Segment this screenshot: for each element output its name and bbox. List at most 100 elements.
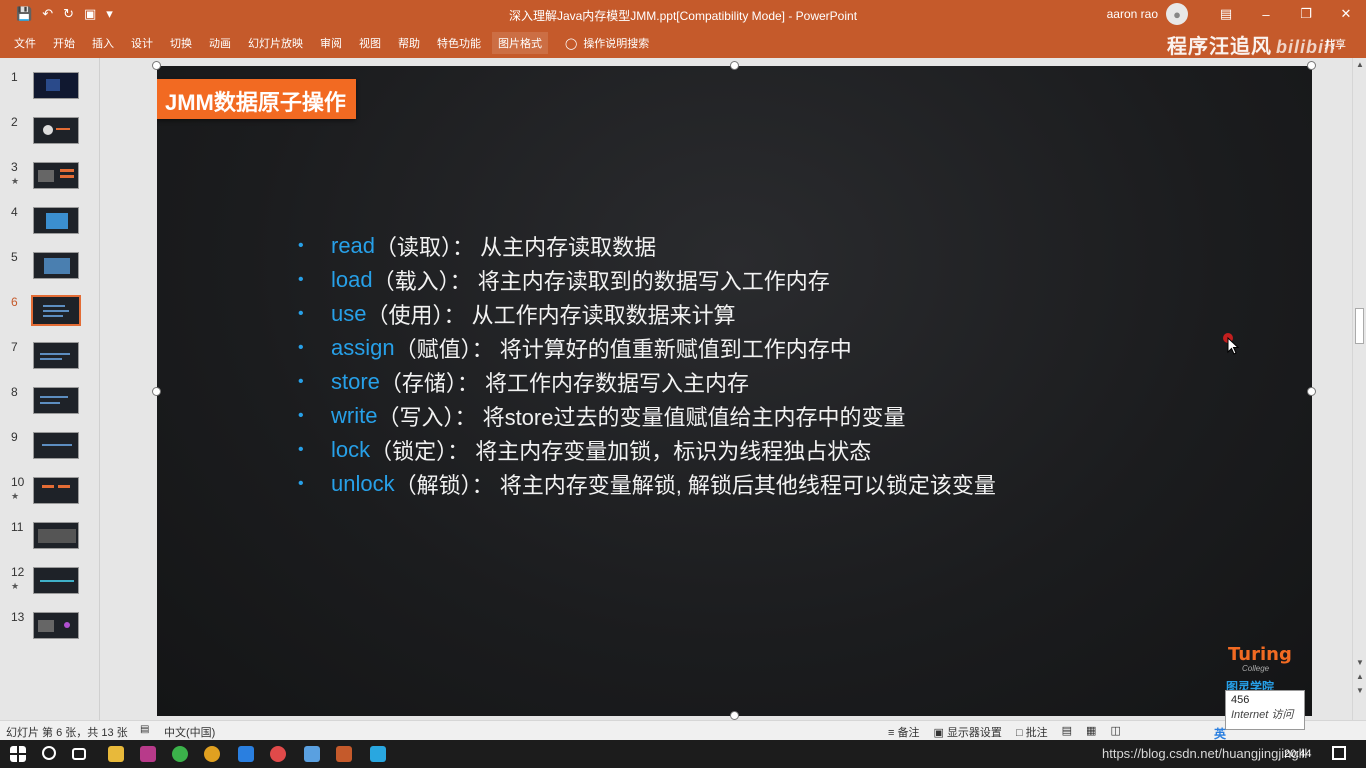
thumbnail-slide-5[interactable]: 5 [0,250,100,290]
bullet-item: • store （存储）： 将工作内存数据写入主内存 [298,365,996,399]
thumbnail-number: 3 [11,160,18,174]
dingtalk-icon[interactable] [238,746,254,762]
resize-handle[interactable] [730,711,739,720]
slide-title[interactable]: JMM数据原子操作 [157,79,356,119]
bullet-text: （使用）： 从工作内存读取数据来计算 [366,303,736,328]
vertical-scrollbar[interactable]: ▲ ▼ ▲ ▼ [1352,58,1366,720]
redo-icon[interactable]: ↻ [63,6,74,22]
tab-features[interactable]: 特色功能 [437,35,481,51]
tab-slideshow[interactable]: 幻灯片放映 [248,35,303,51]
thumbnail-number: 4 [11,205,18,219]
scroll-up-icon[interactable]: ▲ [1356,60,1364,69]
visit-label: Internet 访问 [1231,709,1294,721]
tab-home[interactable]: 开始 [53,35,75,51]
resize-handle[interactable] [152,387,161,396]
thumbnail-slide-3[interactable]: 3 ★ [0,160,100,200]
task-view-icon[interactable] [72,748,86,760]
share-button[interactable]: 共享 [1324,36,1346,52]
notes-button[interactable]: ≡ 备注 [888,724,919,740]
thumbnail-image [33,342,79,369]
tab-picture-format[interactable]: 图片格式 [492,32,548,54]
user-avatar-icon[interactable]: ● [1166,3,1188,25]
thumbnail-number: 12 [11,565,25,579]
chrome-icon[interactable] [204,746,220,762]
tab-animations[interactable]: 动画 [209,35,231,51]
normal-view-icon[interactable]: ▤ [1062,724,1072,740]
network-app-icon[interactable] [304,746,320,762]
comments-button[interactable]: □ 批注 [1016,724,1048,740]
tab-file[interactable]: 文件 [14,35,36,51]
app-taskbar-icon[interactable] [370,746,386,762]
scrollbar-thumb[interactable] [1355,308,1364,344]
bullet-item: • write （写入）： 将store过去的变量值赋值给主内存中的变量 [298,399,996,433]
ribbon-display-options-icon[interactable]: ▤ [1206,6,1246,22]
slide-sorter-icon[interactable]: ▦ [1086,724,1096,740]
windows-start-icon[interactable] [10,746,26,762]
resize-handle[interactable] [1307,61,1316,70]
visit-counter-popup: 456 Internet 访问 [1225,690,1305,730]
tab-help[interactable]: 帮助 [398,35,420,51]
tab-review[interactable]: 审阅 [320,35,342,51]
minimize-icon[interactable]: – [1246,7,1286,22]
bullet-dot-icon: • [298,475,304,492]
bullet-text: （写入）： 将store过去的变量值赋值给主内存中的变量 [377,405,906,430]
recorder-icon[interactable] [270,746,286,762]
thumbnail-slide-1[interactable]: 1 [0,70,100,110]
tab-transitions[interactable]: 切换 [170,35,192,51]
comments-label: 批注 [1025,727,1048,739]
thumbnail-slide-11[interactable]: 11 [0,520,100,560]
slide-counter: 幻灯片 第 6 张，共 13 张 [6,727,128,739]
slide-canvas[interactable]: JMM数据原子操作 • read （读取）： 从主内存读取数据 • load （载入）：… [157,66,1312,716]
thumbnail-slide-13[interactable]: 13 [0,610,100,650]
spellcheck-icon[interactable]: ▤ [140,724,149,735]
tab-view[interactable]: 视图 [359,35,381,51]
resize-handle[interactable] [730,61,739,70]
thumbnail-slide-9[interactable]: 9 [0,430,100,470]
next-slide-icon[interactable]: ▼ [1356,686,1364,695]
bullet-list[interactable]: • read （读取）： 从主内存读取数据 • load （载入）： 将主内存读取到的数… [298,229,996,501]
resize-handle[interactable] [152,61,161,70]
file-explorer-icon[interactable] [108,746,124,762]
resize-handle[interactable] [1307,387,1316,396]
bullet-text: （锁定）： 将主内存变量加锁，标识为线程独占状态 [370,439,872,464]
thumbnail-slide-7[interactable]: 7 [0,340,100,380]
tab-insert[interactable]: 插入 [92,35,114,51]
thumbnail-image [33,207,79,234]
wechat-icon[interactable] [172,746,188,762]
cortana-search-icon[interactable] [42,746,56,760]
thumbnail-slide-12[interactable]: 12 ★ [0,565,100,605]
ribbon-tabs: 文件 开始 插入 设计 切换 动画 幻灯片放映 审阅 视图 帮助 特色功能 图片… [0,28,1366,58]
powerpoint-taskbar-icon[interactable] [336,746,352,762]
thumbnail-image [33,612,79,639]
notification-icon[interactable] [1332,746,1346,760]
scroll-down-icon[interactable]: ▼ [1356,658,1364,667]
language-indicator[interactable]: 中文(中国) [164,724,215,740]
bullet-keyword: use [331,301,367,326]
thumbnail-slide-10[interactable]: 10 ★ [0,475,100,515]
display-settings-button[interactable]: ▣ 显示器设置 [933,724,1001,740]
thumbnail-number: 8 [11,385,18,399]
intellij-icon[interactable] [140,746,156,762]
thumbnail-number: 10 [11,475,25,489]
bullet-dot-icon: • [298,441,304,458]
slideshow-icon[interactable]: ▣ [84,6,96,22]
tab-design[interactable]: 设计 [131,35,153,51]
thumbnail-slide-8[interactable]: 8 [0,385,100,425]
thumbnail-slide-2[interactable]: 2 [0,115,100,155]
thumbnail-slide-6[interactable]: 6 [0,295,100,335]
previous-slide-icon[interactable]: ▲ [1356,672,1364,681]
thumbnail-slide-4[interactable]: 4 [0,205,100,245]
undo-icon[interactable]: ↶ [42,6,53,22]
tell-me-search[interactable]: ◯ 操作说明搜索 [565,35,649,51]
customize-icon[interactable]: ▾ [106,6,113,22]
notes-label: 备注 [897,727,920,739]
save-icon[interactable]: 💾 [16,6,32,22]
clock[interactable]: 20:44 [1284,748,1312,760]
ime-indicator[interactable]: 英 [1214,725,1226,742]
visit-count: 456 [1231,694,1250,706]
user-name[interactable]: aaron rao [1107,7,1158,21]
bullet-dot-icon: • [298,237,304,254]
reading-view-icon[interactable]: ◫ [1110,724,1120,740]
restore-icon[interactable]: ❐ [1286,6,1326,22]
close-icon[interactable]: ✕ [1326,6,1366,22]
